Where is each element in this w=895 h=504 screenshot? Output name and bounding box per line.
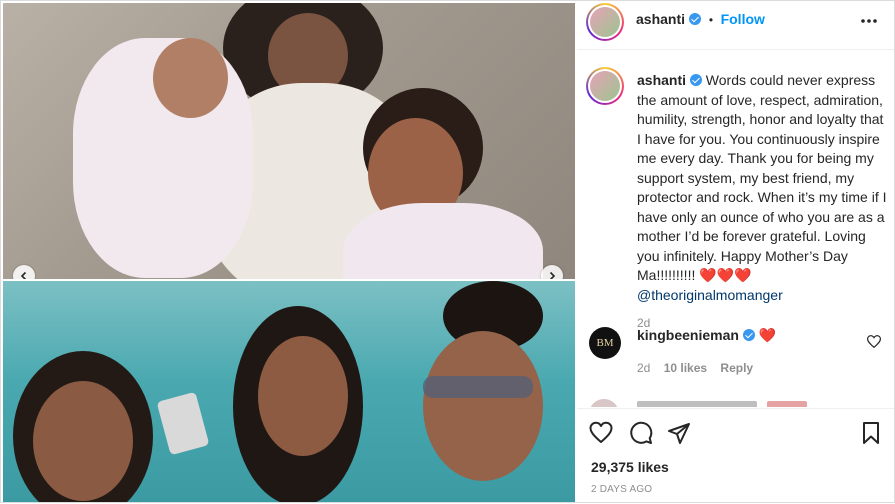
like-heart-icon[interactable] <box>589 421 613 445</box>
caption-avatar[interactable] <box>586 67 624 105</box>
save-bookmark-icon[interactable] <box>859 421 883 445</box>
comment-line: kingbeenieman ❤️ <box>637 327 776 344</box>
comment-bubble-icon[interactable] <box>629 421 653 445</box>
separator-dot: • <box>708 13 714 27</box>
comment-meta: 2d 10 likes Reply <box>637 361 753 375</box>
commenter-avatar-logo: BM <box>596 337 614 349</box>
instagram-post-dialog: ashanti • Follow ashanti Words could nev… <box>0 0 895 503</box>
photo-baby-face <box>153 38 228 118</box>
photo-woman3-face <box>423 331 543 481</box>
comment-time[interactable]: 2d <box>637 361 650 375</box>
caption-hearts: ❤️❤️❤️ <box>699 267 752 283</box>
next-comment-peek <box>589 397 889 407</box>
caption-text: Words could never express the amount of … <box>637 72 887 283</box>
photo-woman2-face <box>258 336 348 456</box>
likes-count[interactable]: 29,375 likes <box>591 459 669 475</box>
post-actions-bar <box>577 408 894 449</box>
post-date: 2 DAYS AGO <box>591 484 653 495</box>
photo-family-vintage <box>3 3 575 279</box>
post-side-panel: ashanti • Follow ashanti Words could nev… <box>577 1 894 504</box>
comment-text: ❤️ <box>758 327 777 343</box>
author-avatar[interactable] <box>586 3 624 41</box>
verified-badge-icon <box>689 74 702 86</box>
photo-family-pool <box>3 281 575 502</box>
follow-button[interactable]: Follow <box>721 11 765 27</box>
caption-username[interactable]: ashanti <box>637 72 686 88</box>
photo-girl-outfit <box>343 203 543 279</box>
photo-sunglasses <box>423 376 533 398</box>
carousel-prev-button[interactable] <box>13 265 35 279</box>
comment-likes[interactable]: 10 likes <box>664 361 707 375</box>
chevron-right-icon <box>549 271 556 279</box>
carousel-next-button[interactable] <box>541 265 563 279</box>
commenter-avatar[interactable]: BM <box>589 327 621 359</box>
post-media[interactable] <box>3 3 575 502</box>
verified-badge-icon <box>742 329 755 341</box>
more-horizontal-icon <box>861 19 877 23</box>
caption-mention[interactable]: @theoriginalmomanger <box>637 287 783 303</box>
verified-badge-icon <box>689 13 702 25</box>
author-username[interactable]: ashanti <box>636 11 685 27</box>
chevron-left-icon <box>20 271 27 279</box>
comment-reply-button[interactable]: Reply <box>720 361 753 375</box>
more-options-button[interactable] <box>857 11 881 31</box>
comment-like-heart-icon[interactable] <box>867 335 881 348</box>
commenter-username[interactable]: kingbeenieman <box>637 327 739 343</box>
share-paper-plane-icon[interactable] <box>667 421 691 445</box>
caption-block: ashanti Words could never express the am… <box>637 71 887 334</box>
photo-phone <box>156 391 210 456</box>
photo-woman1-face <box>33 381 133 501</box>
post-header: ashanti • Follow <box>577 1 894 50</box>
